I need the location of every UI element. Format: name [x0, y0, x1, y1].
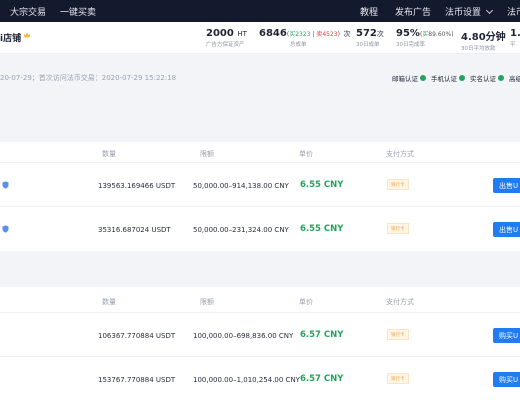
buy-ads-table: 数量 限额 单价 支付方式 106367.770884 USDT 100,000…	[0, 287, 520, 400]
col-qty: 数量	[102, 150, 116, 158]
col-payment: 支付方式	[386, 150, 414, 158]
stat-completion: 95%(买89.60%) 30日完成率	[396, 28, 454, 48]
nav-tutorial[interactable]: 教程	[360, 5, 378, 18]
top-nav: 大宗交易 一键买卖 教程 发布广告 法币设置 法币	[0, 0, 520, 22]
stat-release-time-value: 4.80分钟	[461, 32, 506, 43]
badge-realname-label: 实名认证	[470, 75, 496, 83]
stat-deposit: 2000 HT 广告方保证资产	[206, 28, 247, 48]
stat-orders-30d-label: 30日成单	[356, 42, 380, 48]
payment-tag: 银行卡	[387, 223, 409, 234]
sell-usdt-button[interactable]: 出售U	[493, 222, 520, 237]
badge-advanced-label: 高级	[509, 75, 520, 83]
shield-icon	[2, 225, 9, 233]
sell-ads-table: 数量 限额 单价 支付方式 139563.169466 USDT 50,000.…	[0, 142, 520, 251]
stat-cut: 1.4 平	[510, 28, 520, 48]
ad-limit: 50,000.00–231,324.00 CNY	[193, 226, 289, 234]
badge-phone: 手机认证	[431, 73, 465, 83]
ad-price: 6.55 CNY	[300, 180, 344, 190]
nav-fiat-settings[interactable]: 法币设置	[445, 5, 494, 18]
col-price: 单价	[299, 150, 313, 158]
stat-deposit-unit: HT	[237, 30, 247, 38]
check-icon	[498, 75, 504, 81]
badge-advanced: 高级	[509, 73, 520, 83]
ad-limit: 50,000.00–914,138.00 CNY	[193, 182, 289, 190]
ad-price: 6.57 CNY	[300, 374, 344, 384]
badge-email: 邮箱认证	[392, 73, 426, 83]
ad-limit: 100,000.00–698,836.00 CNY	[193, 332, 294, 340]
table-row: 139563.169466 USDT 50,000.00–914,138.00 …	[0, 162, 520, 206]
ad-qty: 35316.687024 USDT	[98, 226, 171, 234]
ad-price: 6.55 CNY	[300, 224, 344, 234]
crown-icon	[23, 32, 31, 38]
stat-total-orders-label: 总成单	[290, 42, 307, 48]
stat-release-time-label: 30日平均放款	[461, 46, 496, 52]
check-icon	[420, 75, 426, 81]
visit-timeline: 20-07-29；首次访问法币交易：2020-07-29 15:22:18	[0, 74, 177, 82]
table-row: 153767.770884 USDT 100,000.00–1,010,254.…	[0, 356, 520, 400]
col-payment: 支付方式	[386, 298, 414, 306]
check-icon	[459, 75, 465, 81]
stat-cut-value: 1.4	[510, 28, 520, 39]
table-row: 106367.770884 USDT 100,000.00–698,836.00…	[0, 312, 520, 356]
merchant-header: i店铺 2000 HT 广告方保证资产 6846(买2323 | 卖4523) …	[0, 22, 520, 54]
stat-completion-value: 95%	[396, 28, 420, 39]
stat-completion-label: 30日完成率	[396, 42, 425, 48]
stat-total-orders: 6846(买2323 | 卖4523) 次 总成单	[259, 28, 351, 48]
nav-quick-trade[interactable]: 一键买卖	[60, 5, 96, 18]
payment-tag: 银行卡	[387, 179, 409, 190]
nav-block-trade[interactable]: 大宗交易	[10, 5, 46, 18]
stat-sell-count: 4523	[322, 31, 338, 38]
ad-price: 6.57 CNY	[300, 330, 344, 340]
stat-orders-30d: 572次 30日成单	[356, 28, 384, 48]
stat-deposit-value: 2000	[206, 28, 234, 39]
nav-fiat[interactable]: 法币	[507, 5, 520, 18]
stat-total-orders-unit: 次	[343, 30, 351, 38]
merchant-name: i店铺	[0, 34, 22, 44]
stat-release-time: 4.80分钟 30日平均放款	[461, 28, 506, 52]
nav-fiat-settings-label: 法币设置	[445, 8, 482, 18]
badge-phone-label: 手机认证	[431, 75, 457, 83]
col-price: 单价	[299, 298, 313, 306]
payment-tag: 银行卡	[387, 373, 409, 384]
stat-total-orders-value: 6846	[259, 28, 287, 39]
badge-email-label: 邮箱认证	[392, 75, 418, 83]
badge-realname: 实名认证	[470, 73, 504, 83]
nav-post-ad[interactable]: 发布广告	[395, 5, 431, 18]
sell-usdt-button[interactable]: 出售U	[493, 178, 520, 193]
chevron-down-icon	[485, 6, 494, 15]
stat-deposit-label: 广告方保证资产	[206, 42, 245, 48]
stat-cut-label: 平	[510, 42, 516, 48]
buy-usdt-button[interactable]: 购买U	[493, 328, 520, 343]
ad-limit: 100,000.00–1,010,254.00 CNY	[193, 376, 300, 384]
stat-completion-sub: 89.60%	[428, 31, 452, 38]
ad-qty: 106367.770884 USDT	[98, 332, 176, 340]
col-limit: 限额	[200, 298, 214, 306]
stat-orders-30d-value: 572	[356, 28, 377, 39]
ad-qty: 153767.770884 USDT	[98, 376, 176, 384]
ad-qty: 139563.169466 USDT	[98, 182, 176, 190]
table-row: 35316.687024 USDT 50,000.00–231,324.00 C…	[0, 206, 520, 250]
payment-tag: 银行卡	[387, 329, 409, 340]
buy-usdt-button[interactable]: 购买U	[493, 372, 520, 387]
col-qty: 数量	[102, 298, 116, 306]
stat-buy-count: 2323	[295, 31, 311, 38]
col-limit: 限额	[200, 150, 214, 158]
shield-icon	[2, 181, 9, 189]
stat-orders-30d-unit: 次	[376, 30, 384, 38]
